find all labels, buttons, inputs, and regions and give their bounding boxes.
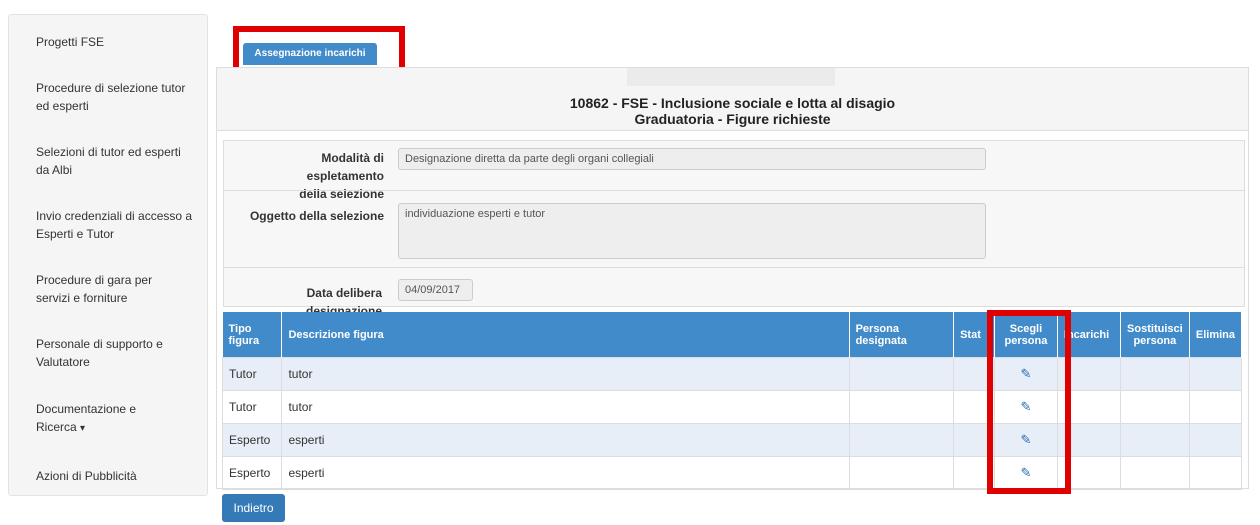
cell-elimina bbox=[1188, 423, 1243, 457]
oggetto-field[interactable]: individuazione esperti e tutor bbox=[398, 203, 986, 259]
cell-tipo: Tutor bbox=[221, 357, 283, 391]
data-delibera-field[interactable]: 04/09/2017 bbox=[398, 279, 473, 301]
cell-sostituisci bbox=[1119, 456, 1190, 490]
cell-sostituisci bbox=[1119, 357, 1190, 391]
caret-down-icon: ▾ bbox=[80, 423, 86, 434]
cell-descrizione: tutor bbox=[281, 390, 850, 424]
sidebar-item-personale-supporto[interactable]: Personale di supporto e Valutatore bbox=[36, 335, 186, 371]
figures-table: Tipo figura Descrizione figura Persona des… bbox=[221, 312, 1243, 490]
col-persona-designata: Persona designata bbox=[849, 312, 955, 358]
table-header-row: Tipo figura Descrizione figura Persona des… bbox=[222, 312, 1243, 358]
page-title: 10862 - FSE - Inclusione sociale e lotta… bbox=[569, 95, 896, 111]
sidebar-item-procedure-selezione[interactable]: Procedure di selezione tutor ed esperti bbox=[36, 79, 186, 115]
sidebar-item-selezioni-albi[interactable]: Selezioni di tutor ed esperti da Albi bbox=[36, 143, 186, 179]
sidebar-item-procedure-gara[interactable]: Procedure di gara per servizi e fornitur… bbox=[36, 271, 186, 307]
divider bbox=[224, 267, 1244, 268]
col-sostituisci-persona: Sostituisci persona bbox=[1120, 312, 1190, 358]
highlight-box-scegli-column bbox=[987, 310, 1071, 494]
modalita-label: Modalità di espletamento della selezione bbox=[244, 149, 384, 203]
modalita-field[interactable]: Designazione diretta da parte degli orga… bbox=[398, 148, 986, 170]
col-elimina: Elimina bbox=[1189, 312, 1243, 358]
sidebar-item-invio-credenziali[interactable]: Invio credenziali di accesso a Esperti e… bbox=[36, 207, 206, 243]
cell-descrizione: esperti bbox=[281, 423, 850, 457]
table-row: Tutor tutor ✎ bbox=[221, 390, 1243, 424]
sidebar-item-documentazione[interactable]: Documentazione e Ricerca ▾ bbox=[36, 400, 166, 438]
cell-tipo: Tutor bbox=[221, 390, 283, 424]
cell-sostituisci bbox=[1119, 390, 1190, 424]
back-button[interactable]: Indietro bbox=[222, 494, 285, 522]
cell-descrizione: esperti bbox=[281, 456, 850, 490]
cell-elimina bbox=[1188, 390, 1243, 424]
oggetto-label: Oggetto della selezione bbox=[249, 209, 384, 223]
sidebar-nav: Progetti FSE Procedure di selezione tuto… bbox=[8, 14, 208, 496]
cell-persona bbox=[848, 390, 955, 424]
sidebar-item-label: Documentazione e Ricerca bbox=[36, 402, 137, 434]
modalita-label-line2: della selezione bbox=[299, 187, 384, 201]
cell-persona bbox=[848, 456, 955, 490]
cell-descrizione: tutor bbox=[281, 357, 850, 391]
panel-header: 10862 - FSE - Inclusione sociale e lotta… bbox=[217, 68, 1248, 131]
cell-sostituisci bbox=[1119, 423, 1190, 457]
table-row: Esperto esperti ✎ bbox=[221, 456, 1243, 490]
cell-tipo: Esperto bbox=[221, 423, 283, 457]
modalita-label-line1: Modalità di espletamento bbox=[306, 151, 384, 183]
col-tipo: Tipo figura bbox=[222, 312, 283, 358]
header-bar bbox=[627, 68, 835, 86]
table-row: Esperto esperti ✎ bbox=[221, 423, 1243, 457]
sidebar-item-progetti-fse[interactable]: Progetti FSE bbox=[36, 33, 201, 51]
selection-form: Modalità di espletamento della selezione… bbox=[223, 140, 1245, 318]
table-row: Tutor tutor ✎ bbox=[221, 357, 1243, 391]
page-subtitle: Graduatoria - Figure richieste bbox=[634, 111, 831, 127]
cell-elimina bbox=[1188, 456, 1243, 490]
cell-tipo: Esperto bbox=[221, 456, 283, 490]
cell-persona bbox=[848, 423, 955, 457]
sidebar-item-azioni-pubblicita[interactable]: Azioni di Pubblicità bbox=[36, 467, 201, 485]
cell-elimina bbox=[1188, 357, 1243, 391]
divider bbox=[224, 190, 1244, 191]
cell-persona bbox=[848, 357, 955, 391]
col-descrizione: Descrizione figura bbox=[281, 312, 850, 358]
